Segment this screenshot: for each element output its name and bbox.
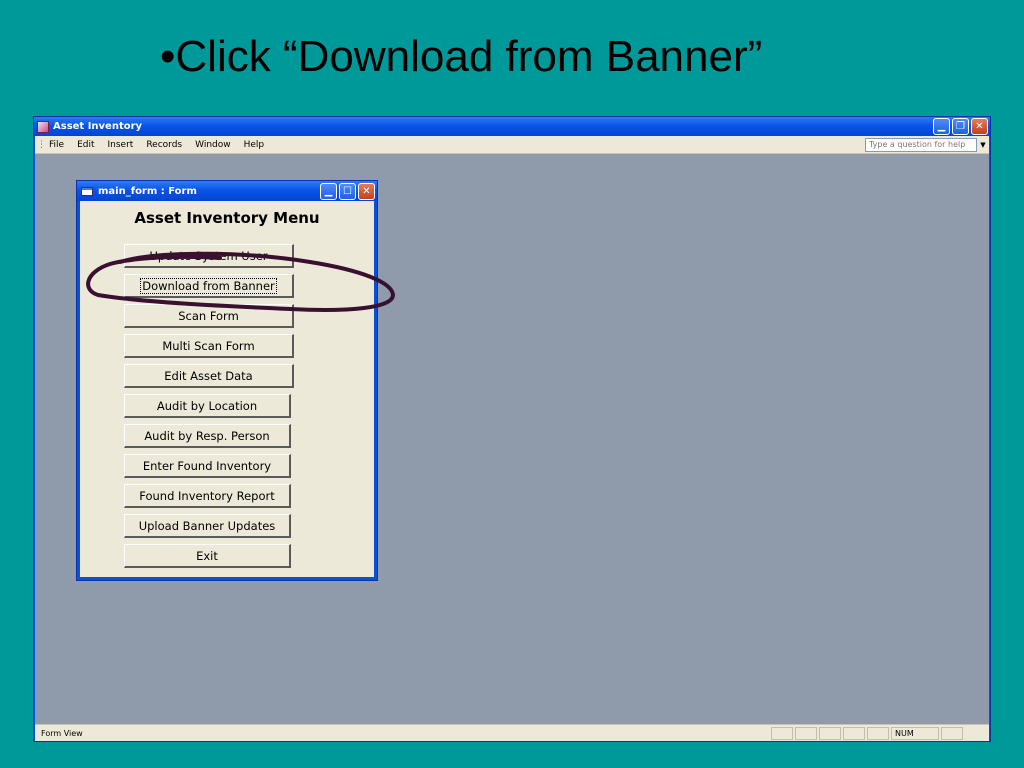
minimize-icon[interactable]: ▁	[933, 118, 950, 135]
button-label: Download from Banner	[140, 277, 277, 294]
menu-records[interactable]: Records	[146, 140, 182, 150]
status-bar: Form View NUM	[35, 724, 989, 741]
button-label: Exit	[196, 548, 218, 563]
app-title: Asset Inventory	[53, 121, 143, 132]
restore-icon[interactable]: ❐	[952, 118, 969, 135]
button-label: Edit Asset Data	[164, 368, 253, 383]
menu-heading: Asset Inventory Menu	[134, 209, 320, 227]
minimize-icon[interactable]: ▁	[320, 183, 337, 200]
multi-scan-form-button[interactable]: Multi Scan Form	[124, 334, 294, 358]
status-cell	[867, 726, 889, 740]
form-title: main_form : Form	[98, 185, 197, 197]
edit-asset-data-button[interactable]: Edit Asset Data	[124, 364, 294, 388]
button-label: Update System User	[149, 248, 268, 263]
status-cell	[843, 726, 865, 740]
status-cell	[771, 726, 793, 740]
app-titlebar[interactable]: Asset Inventory ▁ ❐ ✕	[34, 117, 990, 136]
status-cell	[819, 726, 841, 740]
form-window-controls: ▁ ☐ ✕	[320, 183, 375, 200]
maximize-icon[interactable]: ☐	[339, 183, 356, 200]
menu-window[interactable]: Window	[195, 140, 231, 150]
button-label: Found Inventory Report	[139, 488, 275, 503]
button-label: Scan Form	[178, 308, 239, 323]
num-lock-indicator: NUM	[891, 726, 939, 740]
form-titlebar[interactable]: main_form : Form ▁ ☐ ✕	[77, 181, 377, 201]
exit-button[interactable]: Exit	[124, 544, 291, 568]
status-cell	[941, 726, 963, 740]
button-label: Multi Scan Form	[162, 338, 255, 353]
scan-form-button[interactable]: Scan Form	[124, 304, 294, 328]
menu-bar: ⋮ File Edit Insert Records Window Help T…	[35, 136, 989, 154]
audit-by-resp-person-button[interactable]: Audit by Resp. Person	[124, 424, 291, 448]
status-cell	[795, 726, 817, 740]
slide-title: •Click “Download from Banner”	[160, 32, 763, 81]
form-body: Asset Inventory Menu Update System User …	[80, 201, 374, 577]
close-icon[interactable]: ✕	[971, 118, 988, 135]
audit-by-location-button[interactable]: Audit by Location	[124, 394, 291, 418]
button-label: Audit by Resp. Person	[144, 428, 270, 443]
app-window-controls: ▁ ❐ ✕	[933, 118, 988, 135]
button-label: Audit by Location	[156, 398, 258, 413]
close-icon[interactable]: ✕	[358, 183, 375, 200]
menu-help[interactable]: Help	[244, 140, 265, 150]
update-system-user-button[interactable]: Update System User	[124, 244, 294, 268]
chevron-down-icon[interactable]: ▼	[978, 138, 988, 152]
button-label: Upload Banner Updates	[138, 518, 276, 533]
status-text: Form View	[41, 728, 83, 738]
toolbar-grip-icon[interactable]: ⋮	[37, 140, 46, 150]
button-label: Enter Found Inventory	[142, 458, 272, 473]
access-app-icon[interactable]	[37, 120, 49, 133]
form-icon[interactable]	[81, 186, 93, 196]
found-inventory-report-button[interactable]: Found Inventory Report	[124, 484, 291, 508]
form-window: main_form : Form ▁ ☐ ✕ Asset Inventory M…	[76, 180, 378, 581]
menu-file[interactable]: File	[49, 140, 64, 150]
menu-insert[interactable]: Insert	[108, 140, 134, 150]
menu-edit[interactable]: Edit	[77, 140, 94, 150]
enter-found-inventory-button[interactable]: Enter Found Inventory	[124, 454, 291, 478]
upload-banner-updates-button[interactable]: Upload Banner Updates	[124, 514, 291, 538]
ask-question-input[interactable]: Type a question for help	[865, 138, 977, 152]
download-from-banner-button[interactable]: Download from Banner	[124, 274, 294, 298]
